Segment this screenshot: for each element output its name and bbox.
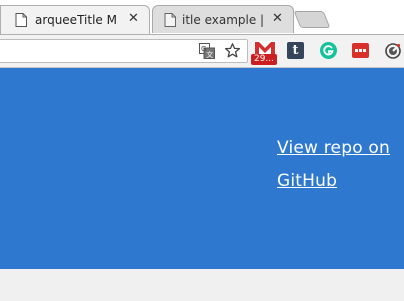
page-icon — [164, 13, 176, 27]
toolbar: G 文 29... t — [0, 35, 404, 68]
svg-text:文: 文 — [206, 50, 213, 59]
view-repo-link[interactable]: View repo on GitHub — [277, 132, 404, 198]
close-icon[interactable]: ✕ — [272, 11, 283, 27]
tab-inactive[interactable]: itle example | ✕ — [152, 5, 294, 33]
gmail-badge: 29... — [251, 54, 277, 65]
tracker-icon[interactable] — [384, 42, 402, 60]
tumblr-icon[interactable]: t — [287, 42, 304, 59]
close-icon[interactable]: ✕ — [128, 11, 139, 27]
translate-icon[interactable]: G 文 — [199, 43, 215, 59]
page-body — [0, 269, 404, 301]
tab-title: itle example | — [182, 13, 265, 27]
grammarly-icon[interactable] — [320, 42, 337, 59]
page-icon — [15, 13, 27, 27]
tab-active[interactable]: arqueeTitle M ✕ — [0, 5, 150, 35]
tab-title: arqueeTitle M — [35, 13, 117, 27]
star-icon[interactable] — [224, 42, 241, 59]
new-tab-button[interactable] — [293, 11, 331, 28]
tab-strip: arqueeTitle M ✕ itle example | ✕ — [0, 0, 404, 35]
menu-dots-icon[interactable] — [352, 43, 369, 58]
